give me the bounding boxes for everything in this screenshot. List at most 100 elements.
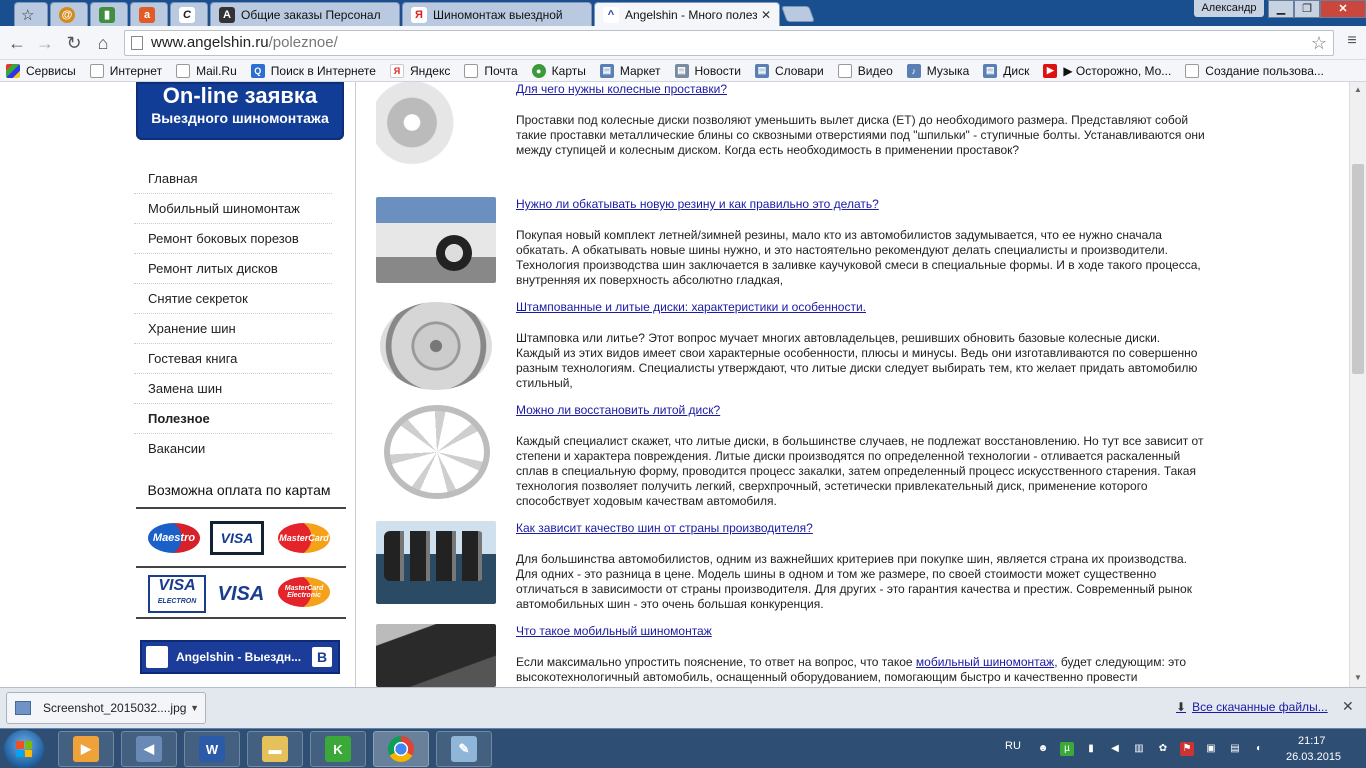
online-order-banner[interactable]: On-line заявка Выездного шиномонтажа [136,82,344,140]
tab-pinned-2[interactable]: @ [50,2,88,26]
menu-item-tire-change[interactable]: Замена шин [134,374,332,404]
bookmark-music[interactable]: ♪ Музыка [906,63,969,78]
bookmark-search[interactable]: Q Поиск в Интернете [250,63,376,78]
article-title-link[interactable]: Можно ли восстановить литой диск? [516,403,720,417]
article-inline-link[interactable]: мобильный шиномонтаж [916,655,1054,669]
menu-icon[interactable]: ≡ [1344,32,1360,50]
tray-app-icon[interactable]: ◐ [1252,742,1266,756]
volume-icon[interactable]: ◀ [1108,742,1122,756]
tab-pinned-1[interactable]: ☆ [14,2,48,26]
profile-name[interactable]: Александр [1194,0,1264,17]
tray-app-icon[interactable]: ▤ [1228,742,1242,756]
menu-item-guestbook[interactable]: Гостевая книга [134,344,332,374]
show-all-downloads-link[interactable]: ⬇ Все скачанные файлы... [1176,700,1328,714]
back-icon[interactable]: ← [6,32,28,54]
article-title-link[interactable]: Что такое мобильный шиномонтаж [516,624,712,638]
maximize-button[interactable]: ❐ [1294,0,1320,18]
tab-pinned-5[interactable]: C [170,2,208,26]
tab-label: Angelshin - Много полез [625,7,757,22]
tray-app-icon[interactable]: ▣ [1204,742,1218,756]
tab-pinned-3[interactable]: ▮ [90,2,128,26]
taskbar-word[interactable]: W [184,731,240,767]
tab-tire-service[interactable]: Я Шиномонтаж выездной [402,2,592,26]
home-icon[interactable]: ⌂ [92,32,114,54]
tab-angelshin[interactable]: ^ Angelshin - Много полез ✕ [594,2,780,26]
bookmark-label: Яндекс [409,63,451,78]
article-title-link[interactable]: Как зависит качество шин от страны произ… [516,521,813,535]
taskbar-explorer[interactable]: ▬ [247,731,303,767]
reload-icon[interactable]: ↻ [63,32,85,54]
chevron-down-icon[interactable]: ▼ [190,703,199,713]
bookmark-yandex[interactable]: Я Яндекс [389,63,451,78]
bookmark-mail[interactable]: Почта [464,63,518,78]
article-text: Штамповка или литье? Этот вопрос мучает … [516,331,1198,390]
menu-item-lock-removal[interactable]: Снятие секреток [134,284,332,314]
taskbar-kaspersky[interactable]: K [310,731,366,767]
tab-orders[interactable]: A Общие заказы Персонал [210,2,400,26]
scroll-down-icon[interactable]: ▼ [1352,672,1364,684]
bookmark-youtube[interactable]: ▶ ▶ Осторожно, Мо... [1043,63,1171,78]
show-all-downloads-label: Все скачанные файлы... [1192,700,1328,714]
scroll-thumb[interactable] [1352,164,1364,374]
bookmark-create-user[interactable]: Создание пользова... [1185,63,1324,78]
torrent-icon[interactable]: µ [1060,742,1074,756]
network-icon[interactable]: ▥ [1132,742,1146,756]
bookmark-label: Диск [1003,63,1030,78]
market-icon: ▤ [599,63,614,78]
taskbar-sound[interactable]: ◀ [121,731,177,767]
menu-item-tire-storage[interactable]: Хранение шин [134,314,332,344]
article-title-link[interactable]: Для чего нужны колесные проставки? [516,82,727,96]
menu-item-sidewall-repair[interactable]: Ремонт боковых порезов [134,224,332,254]
bookmark-dictionary[interactable]: ▤ Словари [754,63,824,78]
close-window-button[interactable]: ✕ [1320,0,1366,18]
browser-toolbar: ← → ↻ ⌂ www.angelshin.ru/poleznoe/ ☆ [0,26,1366,60]
bookmark-disk[interactable]: ▤ Диск [983,63,1030,78]
address-bar[interactable]: www.angelshin.ru/poleznoe/ ☆ [124,30,1334,56]
menu-item-mobile-tire-service[interactable]: Мобильный шиномонтаж [134,194,332,224]
order-subtitle: Выездного шиномонтажа [151,110,329,126]
taskbar-paint[interactable]: ✎ [436,731,492,767]
menu-item-alloy-repair[interactable]: Ремонт литых дисков [134,254,332,284]
taskbar-chrome[interactable] [373,731,429,767]
bookmark-mailru[interactable]: Mail.Ru [176,63,237,78]
taskbar-media-player[interactable]: ▶ [58,731,114,767]
minimize-button[interactable]: ▁ [1268,0,1294,18]
scroll-up-icon[interactable]: ▲ [1352,84,1364,96]
social-widget-button[interactable]: Angelshin - Выездн... B [140,640,340,674]
page-scrollbar[interactable]: ▲ ▼ [1349,82,1366,687]
c-icon: C [179,6,195,23]
bookmark-market[interactable]: ▤ Маркет [599,63,661,78]
article-title-link[interactable]: Штампованные и литые диски: характеристи… [516,300,866,314]
download-item[interactable]: Screenshot_2015032....jpg ▼ [6,692,206,724]
menu-item-home[interactable]: Главная [134,164,332,194]
article-title-link[interactable]: Нужно ли обкатывать новую резину и как п… [516,197,879,211]
tray-app-icon[interactable]: ▮ [1084,742,1098,756]
url-path: /poleznoe/ [268,34,338,51]
tab-label: Шиномонтаж выездной [433,7,563,22]
bookmark-internet[interactable]: Интернет [89,63,162,78]
keyboard-language[interactable]: RU [1005,740,1021,752]
web-page: On-line заявка Выездного шиномонтажа Гла… [0,82,1349,687]
menu-item-vacancies[interactable]: Вакансии [134,434,332,464]
action-center-icon[interactable]: ⚑ [1180,742,1194,756]
start-button[interactable] [4,730,44,768]
new-tab-button[interactable] [781,6,815,22]
close-icon[interactable]: ✕ [1342,698,1354,715]
bookmark-services[interactable]: Сервисы [6,63,76,78]
forward-icon[interactable]: → [34,32,56,54]
bookmark-news[interactable]: ▤ Новости [674,63,741,78]
clock-date[interactable]: 26.03.2015 [1286,751,1341,763]
visa-logo: VISA [210,521,264,555]
bookmark-maps[interactable]: ● Карты [531,63,586,78]
bookmark-video[interactable]: Видео [837,63,893,78]
mastercard-logo: MasterCard [278,523,330,553]
tray-app-icon[interactable]: ☻ [1036,742,1050,756]
maestro-logo: Maestro [148,523,200,553]
a-icon: A [219,6,235,23]
bookmark-star-icon[interactable]: ☆ [1311,31,1327,55]
tray-app-icon[interactable]: ✿ [1156,742,1170,756]
tab-pinned-4[interactable]: a [130,2,168,26]
menu-item-useful[interactable]: Полезное [134,404,332,434]
close-tab-icon[interactable]: ✕ [761,8,771,22]
clock-time[interactable]: 21:17 [1298,735,1326,747]
